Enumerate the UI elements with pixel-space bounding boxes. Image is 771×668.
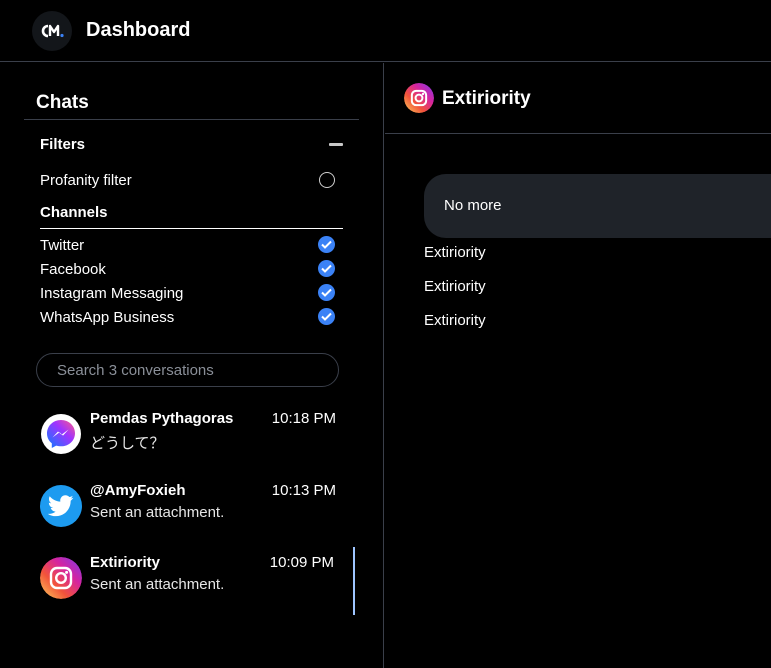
checkmark-icon	[321, 288, 332, 297]
channel-label-twitter: Twitter	[40, 237, 85, 254]
conversation-time: 10:13 PM	[271, 482, 336, 499]
top-bar: Dashboard	[0, 0, 771, 62]
channel-checkbox-instagram[interactable]	[318, 284, 335, 301]
instagram-icon	[404, 83, 434, 113]
conversation-item[interactable]: @AmyFoxieh 10:13 PM Sent an attachment.	[24, 475, 354, 543]
conversation-preview: Sent an attachment.	[90, 576, 225, 593]
channels-label: Channels	[40, 204, 108, 221]
app-title: Dashboard	[86, 19, 191, 41]
conversation-time: 10:18 PM	[271, 410, 336, 427]
checkmark-icon	[321, 264, 332, 273]
channels-divider	[40, 228, 343, 229]
channel-label-whatsapp: WhatsApp Business	[40, 309, 175, 326]
collapse-minus-icon[interactable]	[329, 143, 343, 146]
message-text: Extiriority	[424, 278, 486, 295]
conversation-time: 10:09 PM	[269, 554, 334, 571]
active-conversation-indicator	[353, 547, 355, 615]
chats-sidebar: Chats Filters Profanity filter Channels …	[0, 63, 384, 668]
chats-title: Chats	[36, 92, 89, 113]
channel-label-instagram: Instagram Messaging	[40, 285, 184, 302]
twitter-icon	[40, 485, 82, 527]
conversation-header: Extiriority	[385, 63, 771, 134]
conversation-preview: どうして？	[90, 435, 165, 452]
instagram-icon	[40, 557, 82, 599]
messenger-icon	[41, 414, 81, 454]
conversation-title: Extiriority	[442, 88, 531, 109]
conversation-name: @AmyFoxieh	[90, 482, 186, 499]
conversation-name: Extiriority	[90, 554, 161, 571]
conversation-pane: Extiriority No more Extiriority Extirior…	[385, 63, 771, 668]
conversation-item[interactable]: Pemdas Pythagoras 10:18 PM どうして？	[24, 403, 354, 471]
conversation-item-active[interactable]: Extiriority 10:09 PM Sent an attachment.	[24, 547, 354, 615]
checkmark-icon	[321, 312, 332, 321]
message-text: Extiriority	[424, 312, 486, 329]
checkmark-icon	[321, 240, 332, 249]
channel-label-facebook: Facebook	[40, 261, 106, 278]
chats-divider	[24, 119, 359, 120]
conversation-search-input[interactable]	[36, 353, 339, 387]
message-bubble-text: No more	[444, 197, 502, 214]
profanity-filter-label: Profanity filter	[40, 172, 132, 189]
cm-logo-icon	[41, 24, 64, 38]
profanity-filter-toggle[interactable]	[319, 172, 335, 188]
cm-logo[interactable]	[32, 11, 72, 51]
conversation-preview: Sent an attachment.	[90, 504, 225, 521]
channel-checkbox-twitter[interactable]	[318, 236, 335, 253]
filters-label: Filters	[40, 136, 86, 153]
conversation-name: Pemdas Pythagoras	[90, 410, 234, 427]
message-text: Extiriority	[424, 244, 486, 261]
message-bubble: No more	[424, 174, 771, 238]
channel-checkbox-facebook[interactable]	[318, 260, 335, 277]
channel-checkbox-whatsapp[interactable]	[318, 308, 335, 325]
